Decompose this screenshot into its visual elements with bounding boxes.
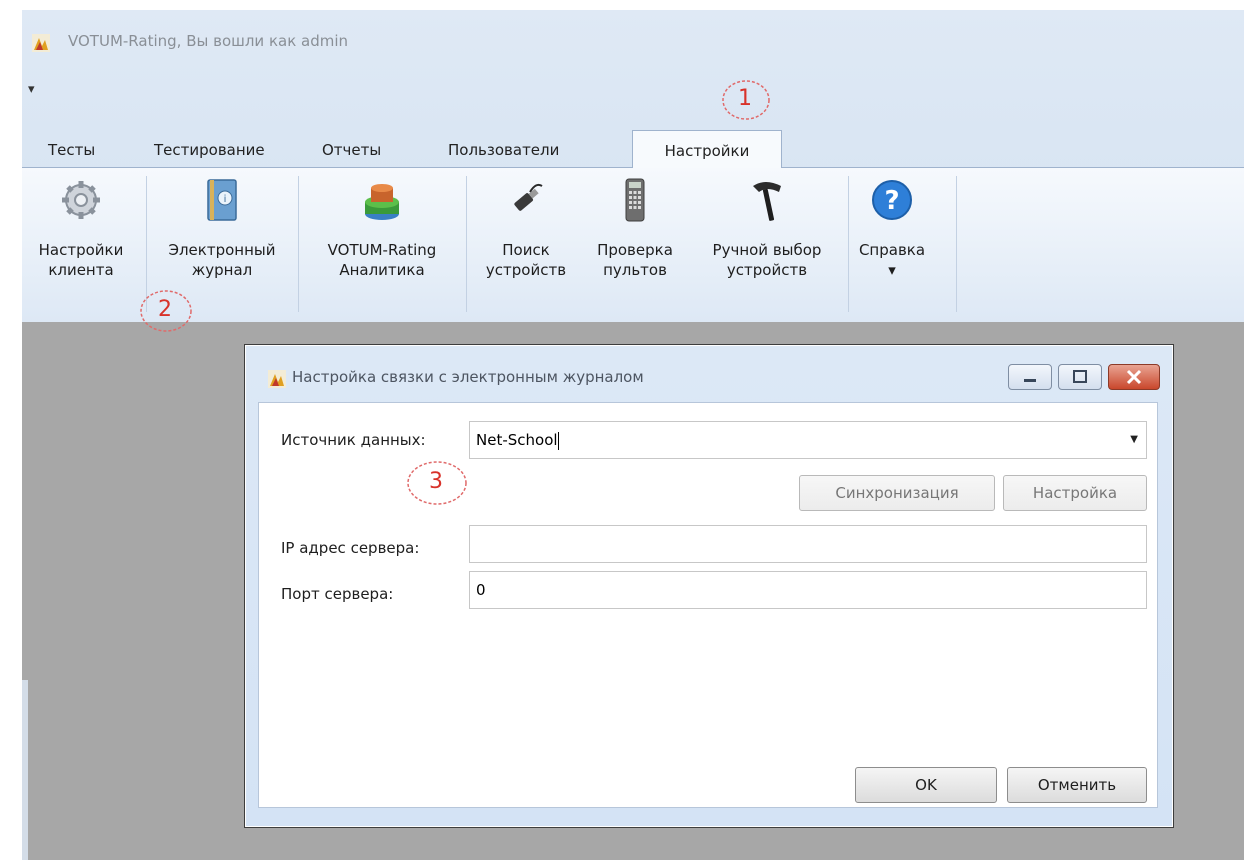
app-window: VOTUM-Rating, Вы вошли как admin ▾ Тесты… [22,10,1244,860]
remote-check-button[interactable]: Проверка пультов [580,168,690,318]
tab-tests[interactable]: Тесты [44,130,99,167]
sync-button[interactable]: Синхронизация [799,475,995,511]
electronic-journal-label: Электронный журнал [168,241,276,279]
tab-reports[interactable]: Отчеты [318,130,385,167]
dialog-logo-icon [268,370,286,388]
app-logo-icon [32,34,50,52]
help-question-icon: ? [872,180,912,220]
close-icon [1126,369,1142,385]
remote-check-label: Проверка пультов [597,241,673,279]
svg-text:i: i [224,194,227,205]
window-controls [1008,364,1160,390]
client-settings-button[interactable]: Настройки клиента [22,168,140,318]
tab-settings[interactable]: Настройки [632,130,782,169]
ribbon-tabs: Тесты Тестирование Отчеты Пользователи Н… [22,130,1244,169]
tab-users[interactable]: Пользователи [444,130,563,167]
usb-plug-icon [514,183,543,211]
ribbon-separator [298,176,299,312]
window-title: VOTUM-Rating, Вы вошли как admin [68,32,349,50]
gears-icon [62,181,100,219]
source-label: Источник данных: [281,431,426,449]
close-button[interactable] [1108,364,1160,390]
dialog-title: Настройка связки с электронным журналом [292,368,644,386]
dialog-client-area: Источник данных: Net-School ▼ 3 Синхрони… [258,402,1158,808]
annotation-marker-3: 3 [405,459,469,507]
analytics-chart-icon [365,184,399,220]
minimize-button[interactable] [1008,364,1052,390]
help-button[interactable]: ? Справка ▾ [852,168,932,318]
svg-text:?: ? [884,186,899,216]
manual-device-select-label: Ручной выбор устройств [712,241,822,279]
dialog-frame: Настройка связки с электронным журналом [246,346,1172,826]
source-value: Net-School [476,431,558,449]
ribbon-separator [848,176,849,312]
port-label: Порт сервера: [281,585,394,603]
ribbon-separator [466,176,467,312]
quick-access-dropdown-icon[interactable]: ▾ [28,82,35,97]
ribbon-separator [956,176,957,312]
ip-label: IP адрес сервера: [281,539,420,557]
help-label: Справка ▾ [858,241,926,279]
tab-testing[interactable]: Тестирование [150,130,269,167]
maximize-button[interactable] [1058,364,1102,390]
ip-field[interactable] [469,525,1147,563]
journal-book-icon: i [207,179,237,221]
ribbon-area: VOTUM-Rating, Вы вошли как admin ▾ Тесты… [22,10,1244,322]
ok-button[interactable]: OK [855,767,997,803]
left-edge-strip [22,680,28,860]
remote-control-icon [625,178,645,222]
votum-analytics-button[interactable]: VOTUM-Rating Аналитика [302,168,462,318]
settings-button[interactable]: Настройка [1003,475,1147,511]
votum-analytics-label: VOTUM-Rating Аналитика [327,241,437,279]
annotation-marker-1: 1 [720,78,772,122]
device-search-label: Поиск устройств [485,241,567,279]
client-settings-label: Настройки клиента [38,241,124,279]
manual-device-select-button[interactable]: Ручной выбор устройств [692,168,842,318]
hammer-icon [753,182,781,221]
device-search-button[interactable]: Поиск устройств [472,168,580,318]
maximize-icon [1073,370,1087,383]
ribbon-panel: Настройки клиента i Электронный журнал V… [22,168,1244,322]
annotation-marker-2: 2 [138,288,194,334]
minimize-icon [1024,379,1036,382]
combobox-arrow-icon[interactable]: ▼ [1130,422,1138,458]
title-bar: VOTUM-Rating, Вы вошли как admin [22,10,1244,74]
source-combobox[interactable]: Net-School ▼ [469,421,1147,459]
port-field[interactable]: 0 [469,571,1147,609]
cancel-button[interactable]: Отменить [1007,767,1147,803]
journal-link-dialog: Настройка связки с электронным журналом [244,344,1174,828]
